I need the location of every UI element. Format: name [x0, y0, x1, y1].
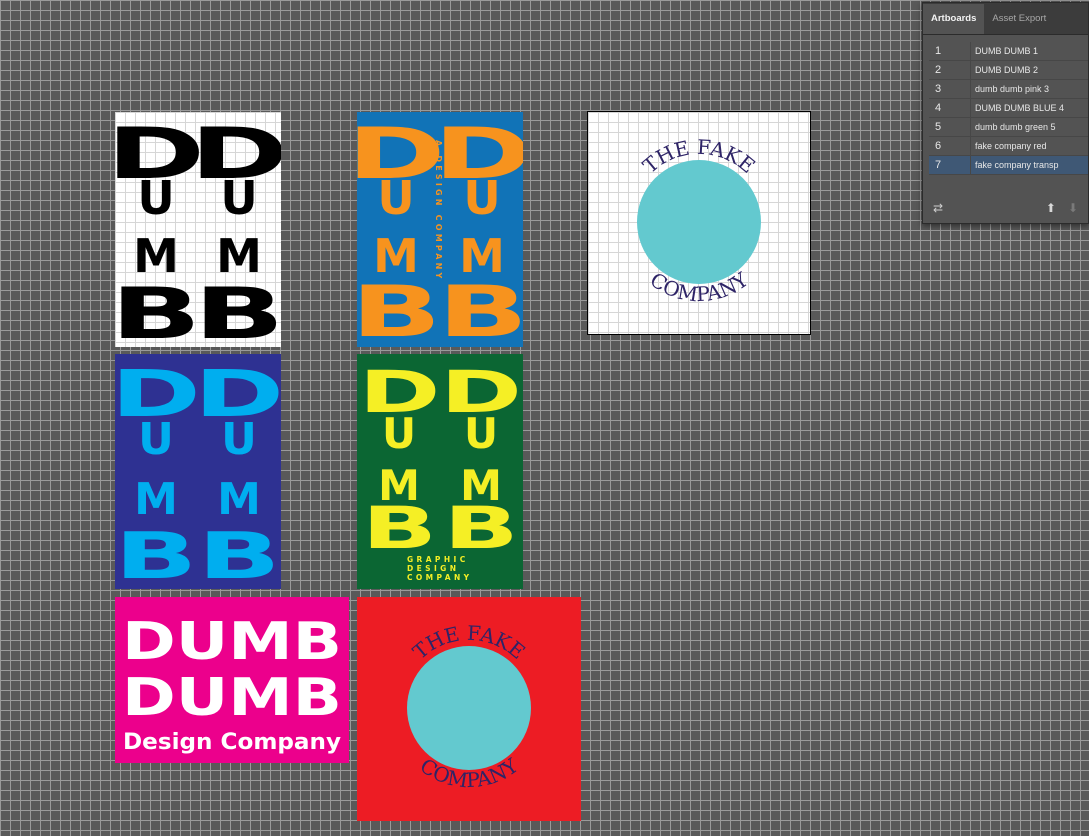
letter-m-right: M	[217, 474, 261, 525]
artboard-dumb-dumb-1[interactable]: D D U U M M B B	[115, 112, 281, 347]
letter-u-left: U	[377, 171, 414, 225]
artboard-row-7[interactable]: 7 fake company transp	[929, 156, 1088, 175]
artboard-row-4[interactable]: 4 DUMB DUMB BLUE 4	[929, 99, 1088, 118]
artboard-dumb-dumb-green-5[interactable]: D D U U M M B B GRAPHIC DESIGN COMPANY	[357, 354, 523, 589]
artboard-number: 2	[929, 61, 971, 79]
dumb-dumb-black-art: D D U U M M B B	[115, 113, 281, 347]
move-down-icon[interactable]: ⬇	[1068, 201, 1078, 215]
artboard-number: 3	[929, 80, 971, 98]
artboard-number: 6	[929, 137, 971, 155]
fake-company-red-art: THE FAKE COMPANY	[407, 621, 531, 793]
tagline-company: COMPANY	[407, 573, 472, 582]
letter-b-left: B	[357, 271, 441, 347]
letter-m-left: M	[134, 474, 178, 525]
letter-u-left: U	[137, 171, 174, 225]
artboard-name: DUMB DUMB BLUE 4	[975, 103, 1065, 113]
rearrange-artboards-icon[interactable]: ⇄	[933, 201, 943, 215]
dumb-dumb-orange-art: D D U U M M B B A DESIGN COMPANY	[357, 113, 523, 347]
tagline-a-design-company: A DESIGN COMPANY	[434, 140, 443, 282]
dumb-dumb-pink-art: DUMB DUMB Design Company	[122, 612, 342, 755]
letter-u-left: U	[138, 414, 174, 465]
fake-company-transp-art: THE FAKE COMPANY	[637, 135, 761, 307]
pink-dumb-line-2: DUMB	[122, 668, 342, 728]
artboard-number: 7	[929, 156, 971, 174]
letter-u-right: U	[221, 414, 257, 465]
teal-circle	[407, 646, 531, 770]
artboard-number: 4	[929, 99, 971, 117]
artboard-dumb-dumb-blue-4[interactable]: D D U U M M B B	[115, 354, 281, 589]
letter-b-right: B	[437, 271, 523, 347]
letter-u-right: U	[464, 409, 498, 458]
artboard-row-3[interactable]: 3 dumb dumb pink 3	[929, 80, 1088, 99]
move-up-icon[interactable]: ⬆	[1046, 201, 1056, 215]
pink-design-company: Design Company	[123, 730, 341, 755]
letter-u-right: U	[463, 171, 500, 225]
artboard-list: 1 DUMB DUMB 1 2 DUMB DUMB 2 3 dumb dumb …	[923, 35, 1088, 175]
letter-b-right: B	[194, 273, 281, 347]
artboard-dumb-dumb-2[interactable]: D D U U M M B B A DESIGN COMPANY	[357, 112, 523, 347]
artboard-number: 5	[929, 118, 971, 136]
tagline-design: DESIGN	[407, 564, 459, 573]
tab-asset-export[interactable]: Asset Export	[984, 4, 1054, 34]
letter-u-left: U	[382, 409, 416, 458]
artboard-dumb-dumb-pink-3[interactable]: DUMB DUMB Design Company	[115, 597, 349, 763]
letter-b-left: B	[362, 495, 437, 562]
artboard-name: DUMB DUMB 1	[975, 46, 1039, 56]
letter-u-right: U	[220, 171, 257, 225]
dumb-dumb-yellow-art: D D U U M M B B GRAPHIC DESIGN COMPANY	[359, 359, 522, 582]
artboard-row-2[interactable]: 2 DUMB DUMB 2	[929, 61, 1088, 80]
pink-dumb-line-1: DUMB	[122, 612, 342, 672]
teal-circle	[637, 160, 761, 284]
artboard-row-6[interactable]: 6 fake company red	[929, 137, 1088, 156]
letter-b-left: B	[115, 273, 201, 347]
artboard-name: fake company red	[975, 141, 1047, 151]
artboards-panel: Artboards Asset Export 1 DUMB DUMB 1 2 D…	[922, 2, 1089, 224]
artboard-fake-company-red[interactable]: THE FAKE COMPANY	[357, 597, 581, 821]
dumb-dumb-cyan-art: D D U U M M B B	[115, 357, 281, 589]
tab-artboards[interactable]: Artboards	[923, 4, 985, 34]
artboard-name: fake company transp	[975, 160, 1059, 170]
tagline-graphic: GRAPHIC	[407, 555, 469, 564]
artboard-name: dumb dumb green 5	[975, 122, 1056, 132]
artboard-row-5[interactable]: 5 dumb dumb green 5	[929, 118, 1088, 137]
panel-footer: ⇄ ⬆ ⬇	[923, 199, 1088, 217]
artboard-row-1[interactable]: 1 DUMB DUMB 1	[929, 42, 1088, 61]
panel-tabs: Artboards Asset Export	[923, 3, 1088, 35]
artboard-number: 1	[929, 42, 971, 60]
artboard-fake-company-transp[interactable]: THE FAKE COMPANY	[587, 111, 811, 335]
letter-b-left: B	[115, 519, 197, 589]
letter-b-right: B	[198, 519, 281, 589]
letter-b-right: B	[444, 495, 519, 562]
artboard-name: DUMB DUMB 2	[975, 65, 1039, 75]
artboard-name: dumb dumb pink 3	[975, 84, 1050, 94]
